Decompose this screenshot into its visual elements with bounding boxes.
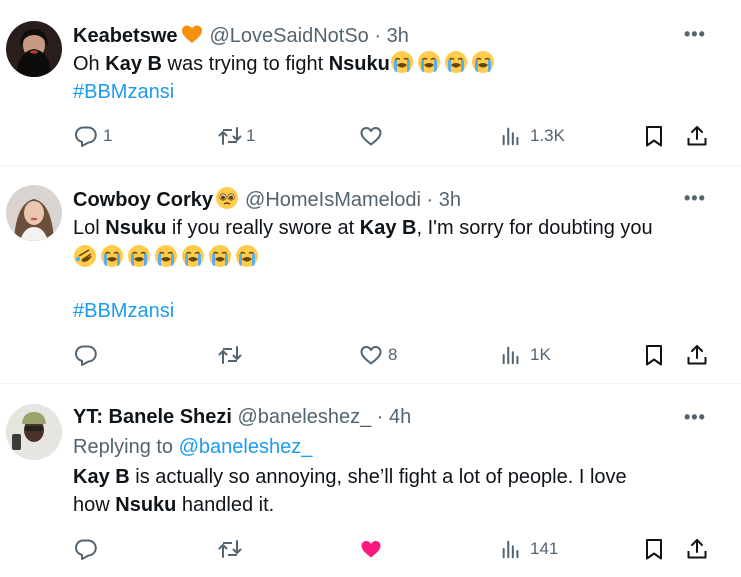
text-part: , I'm sorry for doubting you bbox=[416, 217, 653, 239]
crying-emoji bbox=[235, 244, 259, 268]
avatar[interactable] bbox=[6, 404, 62, 460]
bookmark-icon[interactable] bbox=[642, 343, 666, 367]
tweet[interactable]: YT: Banele Shezi @baneleshez_ · 4h ••• R… bbox=[0, 384, 741, 577]
pleading-emoji bbox=[215, 186, 239, 210]
text-part: handled it. bbox=[176, 494, 275, 516]
text-bold: Kay B bbox=[359, 217, 417, 239]
author-name[interactable]: YT: Banele Shezi bbox=[73, 406, 232, 428]
text-part: if you really swore at bbox=[166, 217, 360, 239]
repost-icon[interactable] bbox=[218, 537, 242, 561]
replying-to: Replying to @baneleshez_ bbox=[73, 433, 312, 461]
replying-handle-link[interactable]: @baneleshez_ bbox=[179, 436, 313, 458]
author-name[interactable]: Keabetswe bbox=[73, 25, 178, 47]
views-icon[interactable] bbox=[500, 344, 522, 366]
repost-icon[interactable] bbox=[218, 124, 242, 148]
bookmark-icon[interactable] bbox=[642, 124, 666, 148]
hashtag-line: #BBMzansi bbox=[73, 297, 174, 325]
text-bold: Nsuku bbox=[328, 53, 390, 75]
separator-dot: · bbox=[426, 189, 434, 211]
hashtag-link[interactable]: #BBMzansi bbox=[73, 300, 174, 322]
view-count: 141 bbox=[530, 539, 559, 558]
timestamp[interactable]: 4h bbox=[389, 406, 411, 428]
share-icon[interactable] bbox=[685, 343, 709, 367]
bookmark-icon[interactable] bbox=[642, 537, 666, 561]
crying-emoji bbox=[208, 244, 232, 268]
reply-icon[interactable] bbox=[74, 343, 98, 367]
replying-label: Replying to bbox=[73, 436, 179, 458]
text-part: Oh bbox=[73, 53, 106, 75]
rofl-emoji bbox=[73, 244, 97, 268]
emoji-line bbox=[73, 244, 262, 272]
share-icon[interactable] bbox=[685, 124, 709, 148]
like-count: 8 bbox=[388, 345, 398, 364]
hashtag-link[interactable]: #BBMzansi bbox=[73, 81, 174, 103]
reply-icon[interactable] bbox=[74, 537, 98, 561]
text-bold: Kay B bbox=[73, 466, 130, 488]
crying-emoji bbox=[417, 50, 441, 74]
tweet[interactable]: Cowboy Corky @HomeIsMamelodi · 3h ••• Lol… bbox=[0, 166, 741, 382]
more-options-icon[interactable]: ••• bbox=[684, 24, 706, 45]
text-bold: Nsuku bbox=[115, 494, 177, 516]
reply-icon[interactable] bbox=[74, 124, 98, 148]
text-bold: Kay B bbox=[105, 53, 162, 75]
crying-emoji bbox=[444, 50, 468, 74]
more-options-icon[interactable]: ••• bbox=[684, 188, 706, 209]
tweet-header: YT: Banele Shezi @baneleshez_ · 4h bbox=[73, 405, 411, 429]
tweet-header: Cowboy Corky @HomeIsMamelodi · 3h bbox=[73, 186, 461, 212]
text-part: was trying to fight bbox=[161, 53, 329, 75]
repost-icon[interactable] bbox=[218, 343, 242, 367]
crying-emoji bbox=[154, 244, 178, 268]
tweet-text: Oh Kay B was trying to fight Nsuku bbox=[73, 50, 498, 78]
crying-emoji bbox=[100, 244, 124, 268]
orange-heart-emoji bbox=[180, 22, 204, 46]
hashtag-line: #BBMzansi bbox=[73, 78, 174, 106]
author-name[interactable]: Cowboy Corky bbox=[73, 189, 213, 211]
tweet[interactable]: Keabetswe @LoveSaidNotSo · 3h ••• Oh Kay … bbox=[0, 0, 741, 165]
like-icon[interactable] bbox=[359, 343, 383, 367]
like-icon[interactable] bbox=[359, 537, 383, 561]
crying-emoji bbox=[390, 50, 414, 74]
view-count: 1.3K bbox=[530, 126, 565, 145]
avatar[interactable] bbox=[6, 21, 62, 77]
repost-count: 1 bbox=[246, 126, 256, 145]
timestamp[interactable]: 3h bbox=[439, 189, 461, 211]
author-handle[interactable]: @HomeIsMamelodi bbox=[245, 189, 421, 211]
text-bold: Nsuku bbox=[105, 217, 167, 239]
separator-dot: · bbox=[374, 25, 382, 47]
tweet-text: Lol Nsuku if you really swore at Kay B, … bbox=[73, 214, 653, 242]
separator-dot: · bbox=[376, 406, 384, 428]
author-handle[interactable]: @LoveSaidNotSo bbox=[210, 25, 369, 47]
views-icon[interactable] bbox=[500, 538, 522, 560]
author-handle[interactable]: @baneleshez_ bbox=[238, 406, 372, 428]
tweet-text: Kay B is actually so annoying, she’ll fi… bbox=[73, 463, 627, 491]
text-part: is actually so annoying, she’ll fight a … bbox=[129, 466, 627, 488]
timestamp[interactable]: 3h bbox=[387, 25, 409, 47]
share-icon[interactable] bbox=[685, 537, 709, 561]
crying-emoji bbox=[471, 50, 495, 74]
crying-emoji bbox=[181, 244, 205, 268]
views-icon[interactable] bbox=[500, 125, 522, 147]
tweet-header: Keabetswe @LoveSaidNotSo · 3h bbox=[73, 22, 409, 48]
reply-count: 1 bbox=[103, 126, 113, 145]
crying-emoji bbox=[127, 244, 151, 268]
more-options-icon[interactable]: ••• bbox=[684, 407, 706, 428]
like-icon[interactable] bbox=[359, 124, 383, 148]
text-part: Lol bbox=[73, 217, 106, 239]
text-part: how bbox=[73, 494, 116, 516]
tweet-text: how Nsuku handled it. bbox=[73, 491, 274, 519]
avatar[interactable] bbox=[6, 185, 62, 241]
view-count: 1K bbox=[530, 345, 551, 364]
